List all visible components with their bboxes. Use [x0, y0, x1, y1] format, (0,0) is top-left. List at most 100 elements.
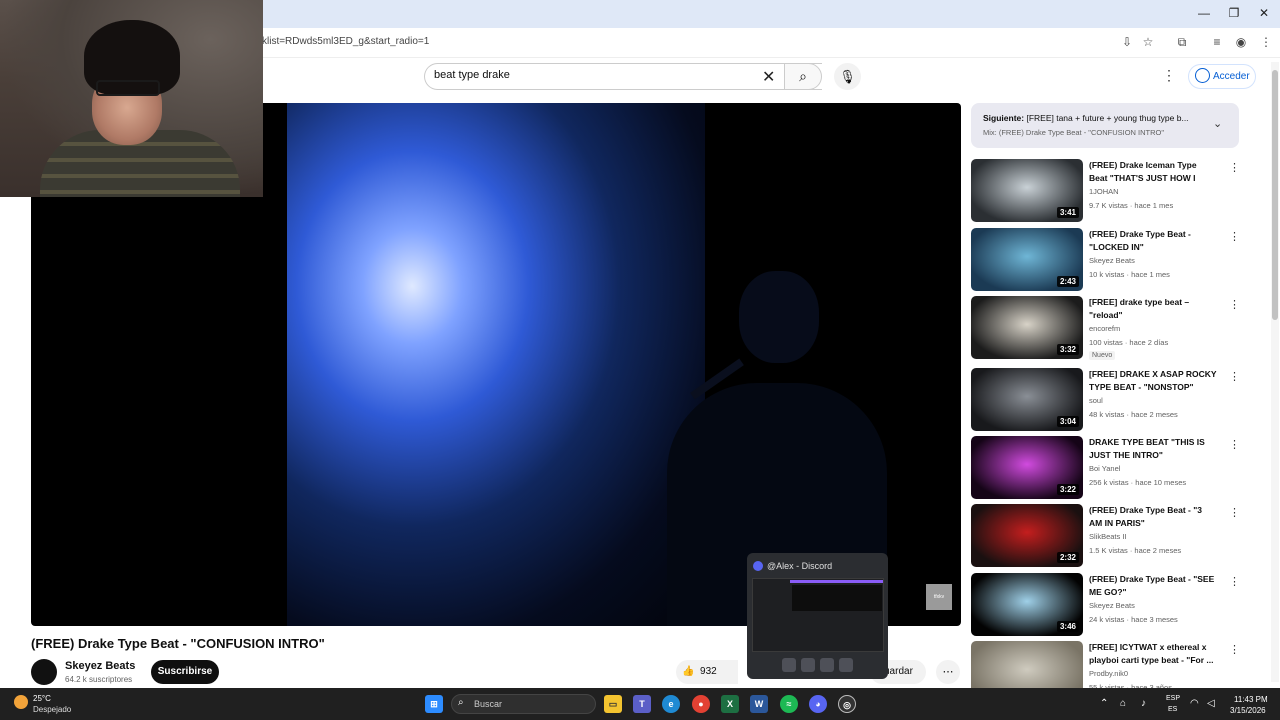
install-icon[interactable]: ⇩: [1119, 34, 1135, 50]
recommendation-title[interactable]: [FREE] drake type beat – "reload": [1089, 296, 1217, 322]
url-text[interactable]: klist=RDwds5ml3ED_g&start_radio=1: [262, 36, 429, 47]
weather-desc[interactable]: Despejado: [33, 705, 71, 714]
recommendation-channel[interactable]: Skeyez Beats: [1089, 256, 1135, 265]
recommendation-channel[interactable]: Skeyez Beats: [1089, 601, 1135, 610]
recommendation-title[interactable]: (FREE) Drake Type Beat - "SEE ME GO?": [1089, 573, 1217, 599]
video-menu-icon[interactable]: ⋮: [1229, 161, 1240, 174]
word-icon[interactable]: W: [750, 695, 768, 713]
performer-head: [739, 271, 819, 363]
weather-icon[interactable]: [14, 695, 28, 709]
video-menu-icon[interactable]: ⋮: [1229, 298, 1240, 311]
recommendation-item[interactable]: 3:22 DRAKE TYPE BEAT "THIS IS JUST THE IN…: [971, 436, 1240, 500]
video-duration: 3:32: [1056, 344, 1079, 355]
recommendation-title[interactable]: [FREE] ICYTWAT x ethereal x playboi cart…: [1089, 641, 1217, 667]
clear-icon[interactable]: ✕: [762, 67, 775, 87]
recommendation-meta: 10 k vistas · hace 1 mes: [1089, 270, 1170, 279]
recommendation-thumbnail[interactable]: 3:46: [971, 573, 1083, 636]
recommendation-channel[interactable]: 1JOHAN: [1089, 187, 1119, 196]
recommendation-thumbnail[interactable]: 2:43: [971, 228, 1083, 291]
camera-icon[interactable]: [782, 658, 796, 672]
search-button[interactable]: ⌕: [784, 63, 822, 90]
recommendation-thumbnail[interactable]: 3:22: [971, 436, 1083, 499]
recommendation-channel[interactable]: Boi Yanel: [1089, 464, 1120, 473]
channel-name[interactable]: Skeyez Beats: [65, 660, 135, 672]
extensions-icon[interactable]: ⧉: [1174, 34, 1190, 50]
share-screen-icon[interactable]: [839, 658, 853, 672]
recommendation-item[interactable]: 3:41 (FREE) Drake Iceman Type Beat "THAT'…: [971, 159, 1240, 223]
video-menu-icon[interactable]: ⋮: [1229, 506, 1240, 519]
close-window-button[interactable]: ✕: [1254, 4, 1274, 22]
recommendation-title[interactable]: DRAKE TYPE BEAT "THIS IS JUST THE INTRO": [1089, 436, 1217, 462]
recommendation-title[interactable]: (FREE) Drake Type Beat - "LOCKED IN": [1089, 228, 1217, 254]
video-menu-icon[interactable]: ⋮: [1229, 230, 1240, 243]
spotify-icon[interactable]: ≈: [780, 695, 798, 713]
edge-icon[interactable]: e: [662, 695, 680, 713]
video-duration: 3:22: [1056, 484, 1079, 495]
more-actions-button[interactable]: ⋯: [936, 660, 960, 684]
microphone-icon[interactable]: [801, 658, 815, 672]
keyboard-layout[interactable]: ES: [1168, 706, 1177, 713]
mic-tray-icon[interactable]: ♪: [1141, 698, 1146, 709]
recommendation-item[interactable]: 2:43 (FREE) Drake Type Beat - "LOCKED IN"…: [971, 228, 1240, 292]
recommendation-item[interactable]: 2:32 (FREE) Drake Type Beat - "3 AM IN PA…: [971, 504, 1240, 568]
video-menu-icon[interactable]: ⋮: [1229, 575, 1240, 588]
recommendation-title[interactable]: [FREE] DRAKE X ASAP ROCKY TYPE BEAT - "N…: [1089, 368, 1217, 394]
obs-icon[interactable]: ◎: [838, 695, 856, 713]
recommendation-item[interactable]: 3:04 [FREE] DRAKE X ASAP ROCKY TYPE BEAT …: [971, 368, 1240, 432]
recommendation-thumbnail[interactable]: 3:41: [971, 159, 1083, 222]
recommendation-item[interactable]: 3:32 [FREE] drake type beat – "reload" enc…: [971, 296, 1240, 360]
file-explorer-icon[interactable]: ▭: [604, 695, 622, 713]
recommendation-channel[interactable]: SlikBeats II: [1089, 532, 1127, 541]
recommendation-thumbnail[interactable]: 3:32: [971, 296, 1083, 359]
recommendation-thumbnail[interactable]: 2:32: [971, 504, 1083, 567]
profile-icon[interactable]: ◉: [1233, 34, 1249, 50]
recommendation-channel[interactable]: Prodby.nik0: [1089, 669, 1128, 678]
scrollbar-thumb[interactable]: [1272, 70, 1278, 320]
taskbar-search-placeholder[interactable]: Buscar: [474, 699, 502, 709]
network-icon[interactable]: ⌂: [1120, 698, 1126, 709]
up-next-video: [FREE] tana + future + young thug type b…: [1026, 113, 1189, 123]
discord-preview-video: [792, 585, 882, 611]
like-button[interactable]: 👍 932: [676, 660, 738, 684]
video-menu-icon[interactable]: ⋮: [1229, 438, 1240, 451]
recommendation-item[interactable]: 3:46 (FREE) Drake Type Beat - "SEE ME GO?…: [971, 573, 1240, 637]
chrome-icon[interactable]: ●: [692, 695, 710, 713]
video-menu-icon[interactable]: ⋮: [1229, 370, 1240, 383]
teams-icon[interactable]: T: [633, 695, 651, 713]
webcam-overlay: [0, 0, 263, 197]
channel-watermark[interactable]: tfxkv: [926, 584, 952, 610]
maximize-button[interactable]: ❐: [1224, 4, 1244, 22]
channel-avatar[interactable]: [31, 659, 57, 685]
mic-button[interactable]: 🎙: [834, 63, 861, 90]
weather-temp[interactable]: 25°C: [33, 694, 51, 703]
recommendation-title[interactable]: (FREE) Drake Iceman Type Beat "THAT'S JU…: [1089, 159, 1217, 185]
search-query[interactable]: beat type drake: [434, 69, 510, 81]
star-icon[interactable]: ☆: [1140, 34, 1156, 50]
headphones-icon[interactable]: [820, 658, 834, 672]
search-icon: ⌕: [799, 68, 807, 84]
media-icon[interactable]: ≡: [1209, 34, 1225, 50]
subscribe-button[interactable]: Suscribirse: [151, 660, 219, 684]
settings-menu-icon[interactable]: ⋮: [1162, 67, 1176, 84]
windows-start-icon[interactable]: ⊞: [425, 695, 443, 713]
minimize-button[interactable]: —: [1194, 4, 1214, 22]
up-next-panel[interactable]: [971, 103, 1239, 148]
recommendation-meta: 256 k vistas · hace 10 meses: [1089, 478, 1187, 487]
wifi-icon[interactable]: ◠: [1190, 698, 1199, 709]
recommendation-thumbnail[interactable]: 3:04: [971, 368, 1083, 431]
recommendation-channel[interactable]: soul: [1089, 396, 1103, 405]
clock-date[interactable]: 3/15/2026: [1230, 706, 1266, 715]
excel-icon[interactable]: X: [721, 695, 739, 713]
clock-time[interactable]: 11:43 PM: [1234, 695, 1268, 704]
video-title: (FREE) Drake Type Beat - "CONFUSION INTR…: [31, 636, 325, 651]
chevron-up-icon[interactable]: ⌃: [1100, 698, 1108, 709]
recommendation-channel[interactable]: encorefm: [1089, 324, 1120, 333]
language-indicator[interactable]: ESP: [1166, 695, 1180, 702]
discord-icon[interactable]: ◕: [809, 695, 827, 713]
video-menu-icon[interactable]: ⋮: [1229, 643, 1240, 656]
taskbar-search[interactable]: [451, 694, 596, 714]
kebab-icon[interactable]: ⋮: [1258, 34, 1274, 50]
volume-icon[interactable]: ◁: [1207, 698, 1215, 709]
chevron-down-icon[interactable]: ⌄: [1213, 117, 1222, 130]
recommendation-title[interactable]: (FREE) Drake Type Beat - "3 AM IN PARIS": [1089, 504, 1217, 530]
